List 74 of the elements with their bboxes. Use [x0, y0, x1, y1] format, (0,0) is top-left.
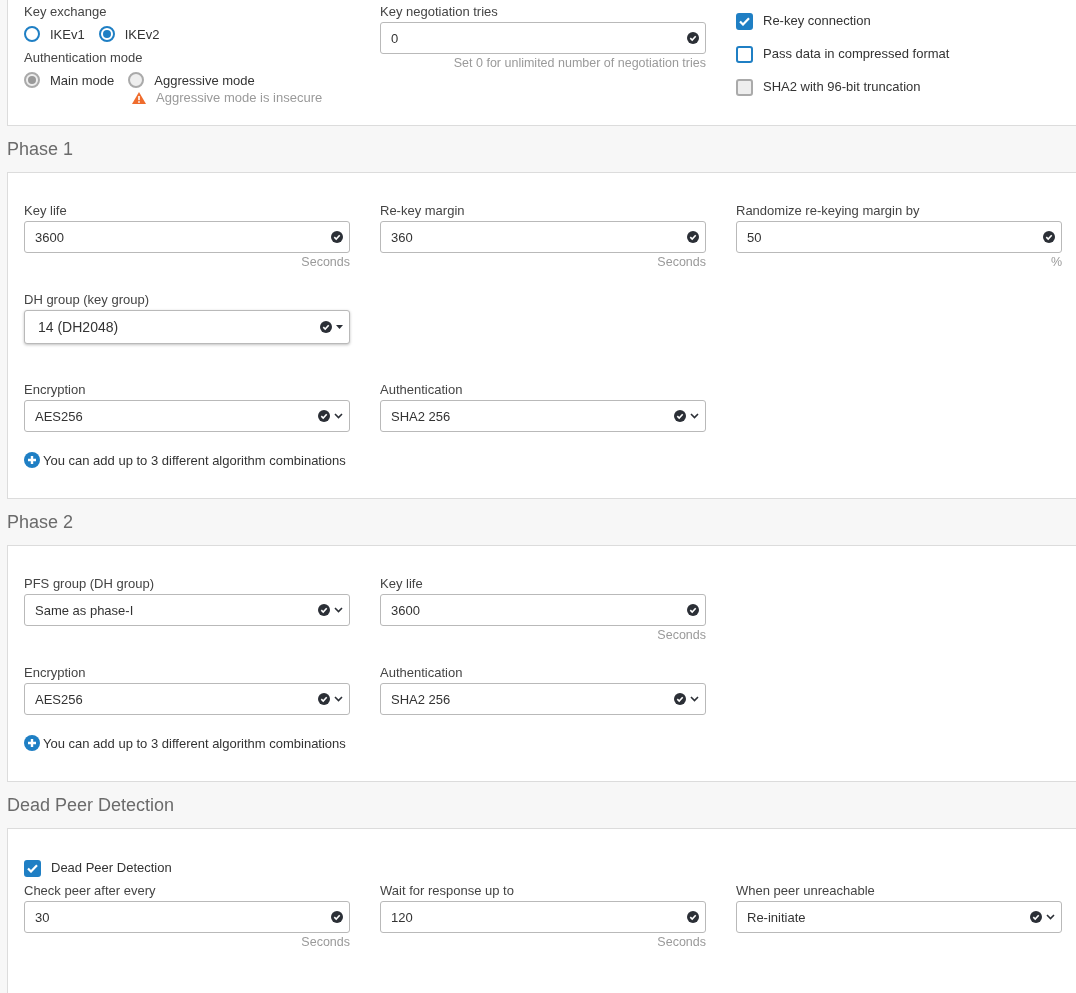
- check-circle-icon: [674, 693, 686, 705]
- note-text: You can add up to 3 different algorithm combinations: [43, 452, 346, 468]
- caret-down-icon: [336, 325, 343, 329]
- field-label: PFS group (DH group): [24, 576, 156, 592]
- field-hint: Seconds: [301, 254, 350, 270]
- chevron-down-icon: [334, 413, 343, 419]
- field-label: Key life: [380, 576, 424, 592]
- field-hint: Seconds: [657, 254, 706, 270]
- checkbox-option[interactable]: Re-key connection: [736, 12, 1062, 30]
- input-field[interactable]: 30: [24, 901, 350, 933]
- chevron-down-icon: [334, 607, 343, 613]
- input-field[interactable]: 50: [736, 221, 1062, 253]
- select-field[interactable]: AES256: [24, 683, 350, 715]
- check-circle-icon: [320, 321, 332, 333]
- field-label: Randomize re-keying margin by: [736, 203, 921, 219]
- chevron-down-icon: [1046, 914, 1055, 920]
- field-hint: Seconds: [301, 934, 350, 950]
- check-circle-icon: [318, 604, 330, 616]
- tick-icon: [27, 863, 38, 873]
- plus-circle-icon[interactable]: [24, 452, 40, 468]
- input-field[interactable]: 3600: [380, 594, 706, 626]
- field-label: Authentication: [380, 382, 464, 398]
- field-hint: Seconds: [657, 627, 706, 643]
- input-field[interactable]: 3600: [24, 221, 350, 253]
- warning-text: Aggressive mode is insecure: [156, 90, 323, 105]
- chevron-down-icon: [690, 696, 699, 702]
- check-circle-icon: [687, 911, 699, 923]
- check-circle-icon: [687, 604, 699, 616]
- select-field[interactable]: SHA2 256: [380, 400, 706, 432]
- input-field[interactable]: 0: [380, 22, 706, 54]
- check-circle-icon: [687, 32, 699, 44]
- section-heading: Dead Peer Detection: [7, 793, 176, 817]
- check-circle-icon: [331, 911, 343, 923]
- check-circle-icon: [318, 410, 330, 422]
- field-label: Authentication: [380, 665, 464, 681]
- field-label: Check peer after every: [24, 883, 157, 899]
- tick-icon: [739, 16, 750, 26]
- field-hint: Seconds: [657, 934, 706, 950]
- field-label: Encryption: [24, 382, 87, 398]
- field-label: Key exchange: [24, 4, 108, 20]
- field-hint: %: [1050, 254, 1062, 270]
- radio-option[interactable]: IKEv1: [24, 26, 85, 42]
- field-label: Re-key margin: [380, 203, 466, 219]
- field-label: When peer unreachable: [736, 883, 876, 899]
- chevron-down-icon: [690, 413, 699, 419]
- chevron-down-icon: [334, 696, 343, 702]
- plus-circle-icon[interactable]: [24, 735, 40, 751]
- field-label: Encryption: [24, 665, 87, 681]
- select-field[interactable]: 14 (DH2048): [24, 310, 350, 344]
- check-circle-icon: [331, 231, 343, 243]
- input-field[interactable]: 120: [380, 901, 706, 933]
- checkbox-option[interactable]: Dead Peer Detection: [24, 859, 1076, 877]
- select-field[interactable]: Re-initiate: [736, 901, 1062, 933]
- field-hint: Set 0 for unlimited number of negotiation tries: [453, 55, 706, 71]
- checkbox-option[interactable]: Pass data in compressed format: [736, 45, 1062, 63]
- section-heading: Phase 2: [7, 510, 75, 534]
- radio-option[interactable]: IKEv2: [98, 26, 160, 42]
- note-text: You can add up to 3 different algorithm combinations: [43, 735, 346, 751]
- section-heading: Phase 1: [7, 137, 75, 161]
- check-circle-icon: [674, 410, 686, 422]
- warning-icon: [132, 91, 146, 104]
- check-circle-icon: [1043, 231, 1055, 243]
- field-label: Key negotiation tries: [380, 4, 499, 20]
- input-field[interactable]: 360: [380, 221, 706, 253]
- select-field[interactable]: AES256: [24, 400, 350, 432]
- check-circle-icon: [318, 693, 330, 705]
- check-circle-icon: [1030, 911, 1042, 923]
- select-field[interactable]: Same as phase-I: [24, 594, 350, 626]
- field-label: Authentication mode: [24, 50, 144, 66]
- field-label: Key life: [24, 203, 68, 219]
- field-label: Wait for response up to: [380, 883, 515, 899]
- select-field[interactable]: SHA2 256: [380, 683, 706, 715]
- check-circle-icon: [687, 231, 699, 243]
- field-label: DH group (key group): [24, 292, 150, 308]
